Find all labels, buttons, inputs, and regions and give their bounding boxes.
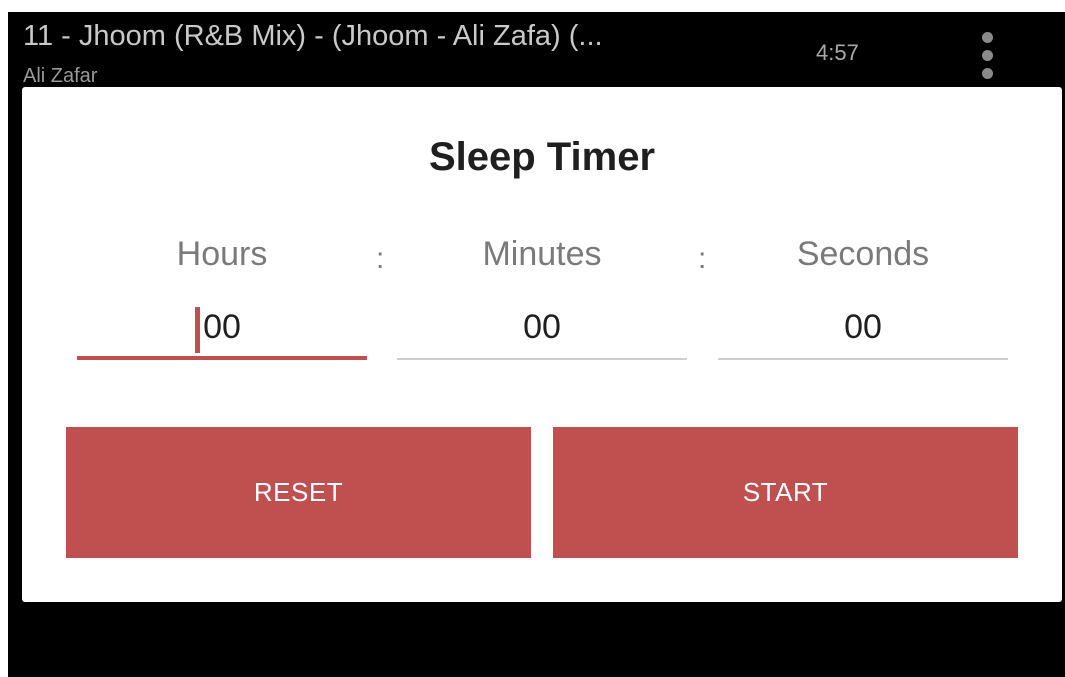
seconds-input[interactable]: 00 [718, 302, 1008, 360]
minutes-value: 00 [523, 308, 561, 346]
app-screen: 11 - Jhoom (R&B Mix) - (Jhoom - Ali Zafa… [8, 12, 1065, 677]
menu-dot [982, 50, 993, 61]
reset-button[interactable]: RESET [66, 427, 531, 558]
time-separator: : [698, 242, 707, 275]
start-button[interactable]: START [553, 427, 1018, 558]
minutes-input[interactable]: 00 [397, 302, 687, 360]
menu-dot [982, 68, 993, 79]
sleep-timer-dialog: Sleep Timer Hours : Minutes : Seconds 00… [22, 87, 1062, 602]
hours-underline [77, 356, 367, 360]
track-title: 11 - Jhoom (R&B Mix) - (Jhoom - Ali Zafa… [23, 20, 603, 52]
minutes-label: Minutes [482, 235, 602, 273]
hours-label: Hours [176, 235, 268, 273]
seconds-label: Seconds [796, 235, 930, 273]
menu-dot [982, 32, 993, 43]
track-duration: 4:57 [816, 40, 859, 65]
dialog-title: Sleep Timer [428, 135, 656, 179]
hours-input[interactable]: 00 [77, 302, 367, 360]
seconds-value: 00 [844, 308, 882, 346]
more-vertical-icon[interactable] [974, 30, 1002, 82]
track-artist: Ali Zafar [23, 65, 98, 87]
time-separator: : [376, 242, 385, 275]
minutes-underline [397, 358, 687, 360]
seconds-underline [718, 358, 1008, 360]
now-playing-bar[interactable]: 11 - Jhoom (R&B Mix) - (Jhoom - Ali Zafa… [8, 12, 1065, 87]
hours-value: 00 [203, 308, 241, 346]
